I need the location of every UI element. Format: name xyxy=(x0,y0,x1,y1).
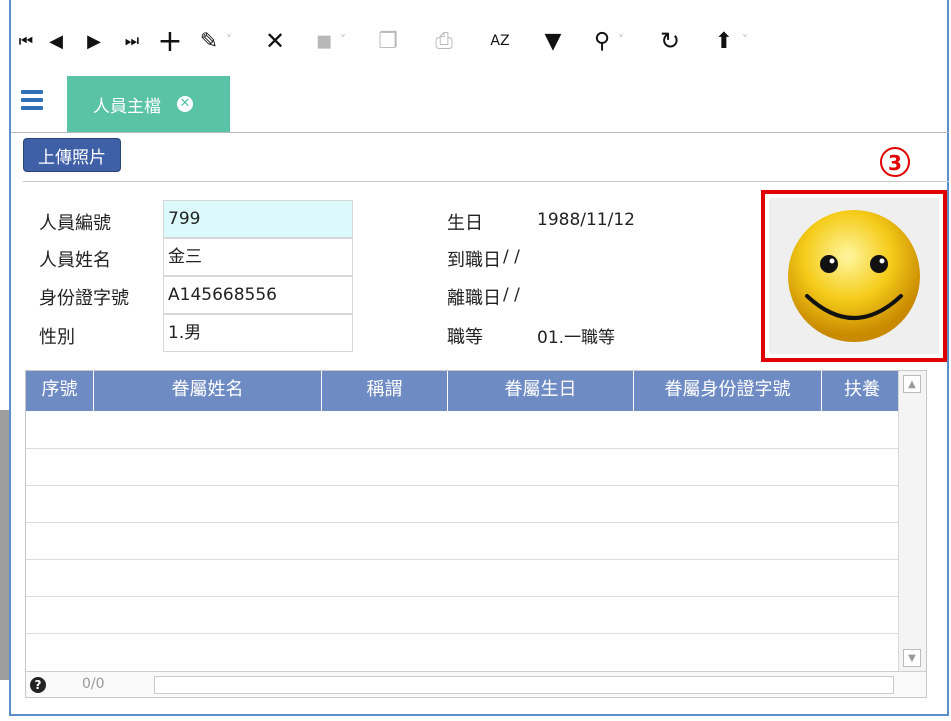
search-icon[interactable]: ⚲ xyxy=(589,26,615,56)
next-record-icon[interactable]: ▶ xyxy=(81,26,107,56)
employee-photo[interactable] xyxy=(769,198,939,354)
add-icon[interactable]: + xyxy=(155,24,185,59)
save-icon[interactable]: ▪ xyxy=(311,26,337,56)
photo-highlight-box xyxy=(761,190,947,362)
employee-master-window: ⏮ ◀ ▶ ⏭ + ✎ ˅ ✕ ▪ ˅ ❐ ⎙ AZ ▼ ⚲ ˅ ↻ ⬆ ˅ 人… xyxy=(9,0,949,716)
col-dependent-name[interactable]: 眷屬姓名 xyxy=(94,371,322,411)
grid-row[interactable] xyxy=(26,522,898,523)
annotation-marker: 3 xyxy=(880,147,910,177)
dependents-grid: 序號 眷屬姓名 稱謂 眷屬生日 眷屬身份證字號 扶養 ▲ ▼ ? 0/0 xyxy=(25,370,927,698)
record-count: 0/0 xyxy=(82,676,105,692)
delete-icon[interactable]: ✕ xyxy=(261,26,289,56)
employee-id-field[interactable]: 799 xyxy=(163,200,353,238)
tab-bar: 人員主檔 ✕ xyxy=(11,76,949,133)
grid-header: 序號 眷屬姓名 稱謂 眷屬生日 眷屬身份證字號 扶養 xyxy=(26,371,898,411)
id-number-label: 身份證字號 xyxy=(39,288,129,309)
first-record-icon[interactable]: ⏮ xyxy=(15,26,37,56)
col-dependent-birthday[interactable]: 眷屬生日 xyxy=(448,371,634,411)
birthday-label: 生日 xyxy=(447,213,483,234)
toolbar: ⏮ ◀ ▶ ⏭ + ✎ ˅ ✕ ▪ ˅ ❐ ⎙ AZ ▼ ⚲ ˅ ↻ ⬆ ˅ xyxy=(11,0,951,76)
birthday-field[interactable]: 1988/11/12 xyxy=(537,210,635,230)
scroll-up-icon[interactable]: ▲ xyxy=(903,375,921,393)
tab-label: 人員主檔 xyxy=(93,96,161,117)
grade-label: 職等 xyxy=(447,327,483,348)
grid-row[interactable] xyxy=(26,485,898,486)
search-caret-icon[interactable]: ˅ xyxy=(618,33,624,47)
scroll-down-icon[interactable]: ▼ xyxy=(903,649,921,667)
grid-row[interactable] xyxy=(26,448,898,449)
print-icon[interactable]: ⎙ xyxy=(431,26,457,56)
tab-employee-master[interactable]: 人員主檔 ✕ xyxy=(67,76,230,132)
col-seq[interactable]: 序號 xyxy=(26,371,94,411)
employee-name-label: 人員姓名 xyxy=(39,250,111,271)
vertical-scrollbar[interactable]: ▲ ▼ xyxy=(898,371,926,671)
id-number-field[interactable]: A145668556 xyxy=(163,276,353,314)
edit-caret-icon[interactable]: ˅ xyxy=(226,33,232,47)
grid-row[interactable] xyxy=(26,559,898,560)
edit-icon[interactable]: ✎ xyxy=(195,26,223,56)
grid-row[interactable] xyxy=(26,596,898,597)
col-dependent-id[interactable]: 眷屬身份證字號 xyxy=(634,371,822,411)
employee-name-field[interactable]: 金三 xyxy=(163,238,353,276)
sort-icon[interactable]: AZ xyxy=(485,26,515,56)
refresh-icon[interactable]: ↻ xyxy=(656,26,684,56)
gender-label: 性別 xyxy=(39,327,75,348)
smiley-face-icon xyxy=(788,210,920,342)
help-icon[interactable]: ? xyxy=(30,677,46,693)
hire-date-label: 到職日 xyxy=(447,250,501,271)
prev-record-icon[interactable]: ◀ xyxy=(43,26,69,56)
export-caret-icon[interactable]: ˅ xyxy=(742,33,748,47)
filter-icon[interactable]: ▼ xyxy=(539,26,567,56)
grid-pager: ? 0/0 xyxy=(26,671,926,697)
last-record-icon[interactable]: ⏭ xyxy=(119,26,145,56)
divider xyxy=(23,181,949,182)
horizontal-scrollbar[interactable] xyxy=(154,676,894,694)
col-relation[interactable]: 稱謂 xyxy=(322,371,448,411)
col-support[interactable]: 扶養 xyxy=(822,371,898,411)
export-icon[interactable]: ⬆ xyxy=(711,26,737,56)
gender-field[interactable]: 1.男 xyxy=(163,314,353,352)
employee-id-label: 人員編號 xyxy=(39,213,111,234)
copy-icon[interactable]: ❐ xyxy=(375,26,401,56)
leave-date-label: 離職日 xyxy=(447,288,501,309)
upload-photo-button[interactable]: 上傳照片 xyxy=(23,138,121,172)
grid-row[interactable] xyxy=(26,633,898,634)
hire-date-field[interactable]: / / xyxy=(503,247,520,267)
save-caret-icon[interactable]: ˅ xyxy=(340,33,346,47)
leave-date-field[interactable]: / / xyxy=(503,285,520,305)
menu-icon[interactable] xyxy=(21,90,43,112)
grade-field[interactable]: 01.一職等 xyxy=(537,323,615,348)
close-tab-icon[interactable]: ✕ xyxy=(177,96,193,112)
